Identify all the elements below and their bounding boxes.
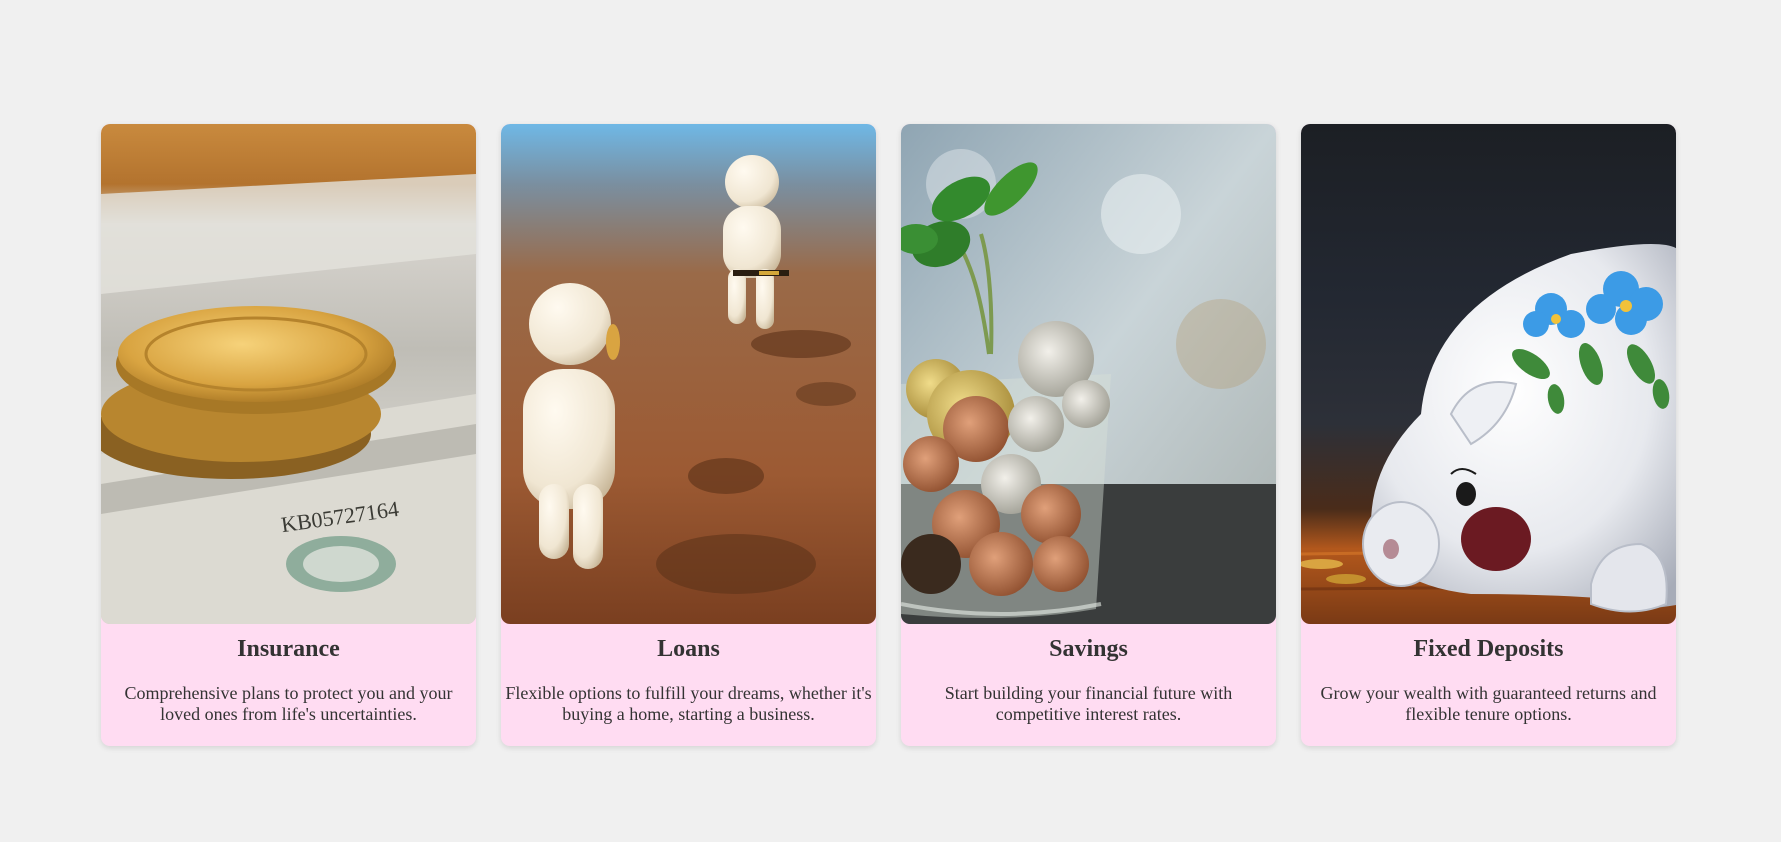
card-title: Savings (1049, 636, 1128, 662)
card-savings[interactable]: Savings Start building your financial fu… (901, 124, 1276, 746)
card-loans[interactable]: Loans Flexible options to fulfill your d… (501, 124, 876, 746)
savings-image (901, 124, 1276, 624)
insurance-image: KB05727164 (101, 124, 476, 624)
card-title: Loans (657, 636, 720, 662)
card-fixed-deposits[interactable]: Fixed Deposits Grow your wealth with gua… (1301, 124, 1676, 746)
card-description: Flexible options to fulfill your dreams,… (505, 683, 872, 724)
card-insurance[interactable]: KB05727164 Insurance Comprehensive plans… (101, 124, 476, 746)
card-description: Grow your wealth with guaranteed returns… (1320, 683, 1657, 724)
card-description: Start building your financial future wit… (944, 683, 1233, 724)
fixed-deposits-image (1301, 124, 1676, 624)
card-title: Fixed Deposits (1413, 636, 1564, 662)
card-description: Comprehensive plans to protect you and y… (124, 683, 453, 724)
card-title: Insurance (237, 636, 340, 662)
loans-image (501, 124, 876, 624)
service-cards: KB05727164 Insurance Comprehensive plans… (101, 124, 1676, 746)
